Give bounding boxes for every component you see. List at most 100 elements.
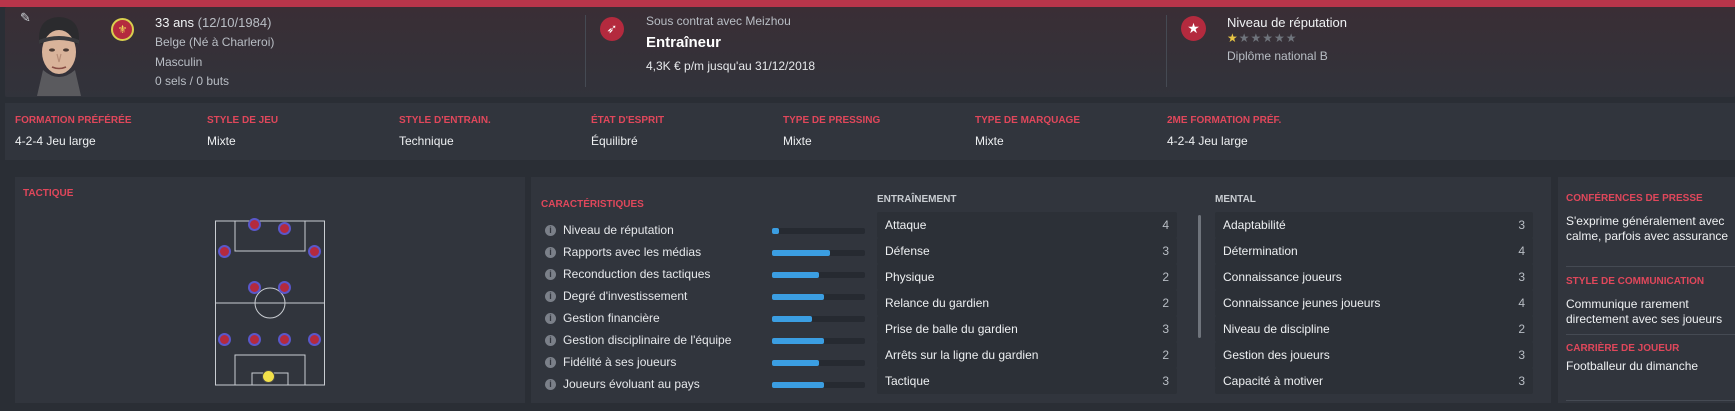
characteristic-row: i Rapports avec les médias <box>545 242 875 264</box>
training-title: ENTRAÎNEMENT <box>877 194 957 205</box>
mental-attr-value: 4 <box>1518 244 1525 258</box>
attr-label: STYLE D'ENTRAIN. <box>399 115 491 126</box>
characteristic-row: i Niveau de réputation <box>545 220 875 242</box>
characteristics-title: CARACTÉRISTIQUES <box>541 199 644 210</box>
mental-row: Capacité à motiver 3 <box>1215 368 1533 394</box>
goalkeeper-marker[interactable] <box>262 370 275 383</box>
attr-playing-style: STYLE DE JEU Mixte <box>207 115 278 148</box>
player-marker[interactable] <box>308 333 321 346</box>
mental-row: Détermination 4 <box>1215 238 1533 264</box>
attr-label: 2ME FORMATION PRÉF. <box>1167 115 1282 126</box>
preferences-strip: FORMATION PRÉFÉRÉE 4-2-4 Jeu large STYLE… <box>5 103 1735 160</box>
mental-title: MENTAL <box>1215 194 1256 205</box>
training-attr-value: 4 <box>1162 218 1169 232</box>
mental-row: Connaissance joueurs 3 <box>1215 264 1533 290</box>
training-attr-value: 2 <box>1162 270 1169 284</box>
mental-attr-name: Niveau de discipline <box>1223 322 1330 336</box>
characteristic-bar <box>772 338 865 344</box>
attr-label: STYLE DE JEU <box>207 115 279 126</box>
training-attr-value: 3 <box>1162 244 1169 258</box>
training-attr-value: 3 <box>1162 374 1169 388</box>
player-marker[interactable] <box>278 222 291 235</box>
mental-attr-value: 3 <box>1518 374 1525 388</box>
attr-value: Mixte <box>975 134 1004 148</box>
attr-value: Mixte <box>207 134 236 148</box>
mental-attr-name: Connaissance jeunes joueurs <box>1223 296 1381 310</box>
training-attr-name: Physique <box>885 270 935 284</box>
characteristic-row: i Joueurs évoluant au pays <box>545 374 875 396</box>
mental-attr-value: 3 <box>1518 218 1525 232</box>
characteristic-row: i Fidélité à ses joueurs <box>545 352 875 374</box>
info-icon[interactable]: i <box>545 247 556 258</box>
characteristic-name: Rapports avec les médias <box>563 245 702 259</box>
training-row: Physique 2 <box>877 264 1177 290</box>
training-attr-name: Tactique <box>885 374 930 388</box>
mental-row: Connaissance jeunes joueurs 4 <box>1215 290 1533 316</box>
coaching-diploma: Diplôme national B <box>1227 49 1328 63</box>
attr-label: FORMATION PRÉFÉRÉE <box>15 115 132 126</box>
attr-label: TYPE DE PRESSING <box>783 115 881 126</box>
reputation-title: Niveau de réputation <box>1227 15 1347 30</box>
characteristic-name: Reconduction des tactiques <box>563 267 711 281</box>
characteristic-bar <box>772 272 865 278</box>
communication-style-text: Communique rarement directement avec ses… <box>1566 297 1723 326</box>
formation-pitch[interactable] <box>215 218 325 386</box>
info-icon[interactable]: i <box>545 225 556 236</box>
top-accent-bar <box>0 0 1735 7</box>
training-attr-value: 3 <box>1162 322 1169 336</box>
divider <box>1566 334 1735 335</box>
header-divider <box>1166 15 1167 87</box>
mental-attr-value: 2 <box>1518 322 1525 336</box>
nationality-flag-icon: ⚜ <box>111 18 134 41</box>
whistle-icon: ➶ <box>600 17 624 41</box>
training-attr-value: 2 <box>1162 296 1169 310</box>
training-attr-name: Relance du gardien <box>885 296 990 310</box>
attr-marking-type: TYPE DE MARQUAGE Mixte <box>975 115 1080 148</box>
info-icon[interactable]: i <box>545 379 556 390</box>
gender: Masculin <box>155 55 203 69</box>
mental-row: Adaptabilité 3 <box>1215 212 1533 238</box>
salary-contract: 4,3K € p/m jusqu'au 31/12/2018 <box>646 59 816 73</box>
info-icon[interactable]: i <box>545 357 556 368</box>
info-icon[interactable]: i <box>545 291 556 302</box>
mental-attr-name: Adaptabilité <box>1223 218 1286 232</box>
characteristic-bar <box>772 382 865 388</box>
mental-attr-name: Connaissance joueurs <box>1223 270 1342 284</box>
attr-value: Technique <box>399 134 454 148</box>
mental-attr-name: Gestion des joueurs <box>1223 348 1330 362</box>
press-conference-title: CONFÉRENCES DE PRESSE <box>1566 193 1703 204</box>
attr-second-formation: 2ME FORMATION PRÉF. 4-2-4 Jeu large <box>1167 115 1281 148</box>
player-marker[interactable] <box>248 281 261 294</box>
characteristic-row: i Reconduction des tactiques <box>545 264 875 286</box>
star-icon: ★ <box>1181 16 1206 41</box>
attr-pressing-type: TYPE DE PRESSING Mixte <box>783 115 880 148</box>
attr-label: ÉTAT D'ESPRIT <box>591 115 665 126</box>
training-row: Tactique 3 <box>877 368 1177 394</box>
attr-mentality: ÉTAT D'ESPRIT Équilibré <box>591 115 664 148</box>
player-marker[interactable] <box>278 333 291 346</box>
attr-training-style: STYLE D'ENTRAIN. Technique <box>399 115 491 148</box>
info-icon[interactable]: i <box>545 313 556 324</box>
divider <box>1566 266 1735 267</box>
age-line: 33 ans (12/10/1984) <box>155 15 271 30</box>
training-attr-name: Attaque <box>885 218 927 232</box>
player-marker[interactable] <box>248 333 261 346</box>
mental-row: Gestion des joueurs 3 <box>1215 342 1533 368</box>
player-marker[interactable] <box>278 281 291 294</box>
training-attr-value: 2 <box>1162 348 1169 362</box>
info-icon[interactable]: i <box>545 335 556 346</box>
edit-pencil-icon[interactable]: ✎ <box>20 10 34 25</box>
player-marker[interactable] <box>218 333 231 346</box>
training-attr-name: Prise de balle du gardien <box>885 322 1018 336</box>
mental-attr-value: 3 <box>1518 348 1525 362</box>
press-conference-text: S'exprime généralement avec calme, parfo… <box>1566 214 1729 243</box>
training-attr-name: Défense <box>885 244 930 258</box>
info-icon[interactable]: i <box>545 269 556 280</box>
training-scrollbar[interactable] <box>1198 215 1201 338</box>
characteristic-name: Gestion financière <box>563 311 660 325</box>
player-marker[interactable] <box>218 245 231 258</box>
player-marker[interactable] <box>308 245 321 258</box>
contract-club[interactable]: Sous contrat avec Meizhou <box>646 14 791 28</box>
characteristic-name: Niveau de réputation <box>563 223 674 237</box>
player-marker[interactable] <box>248 218 261 231</box>
